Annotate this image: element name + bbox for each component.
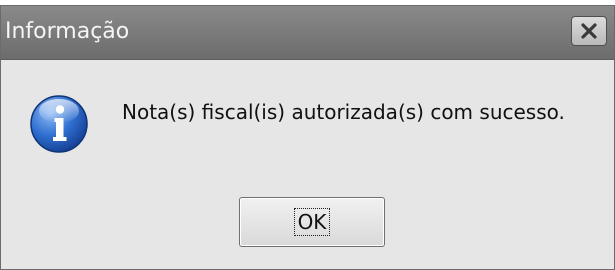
title-bar[interactable]: Informação xyxy=(1,6,614,60)
close-icon xyxy=(581,23,597,39)
close-button[interactable] xyxy=(571,16,607,46)
info-dialog: Informação Nota(s) fiscal(is) autorizada… xyxy=(0,5,615,270)
info-icon xyxy=(30,95,88,153)
dialog-message: Nota(s) fiscal(is) autorizada(s) com suc… xyxy=(122,100,565,124)
dialog-body: Nota(s) fiscal(is) autorizada(s) com suc… xyxy=(1,60,614,269)
dialog-title: Informação xyxy=(5,19,130,44)
ok-button[interactable]: OK xyxy=(239,197,385,247)
ok-button-label: OK xyxy=(293,208,331,236)
